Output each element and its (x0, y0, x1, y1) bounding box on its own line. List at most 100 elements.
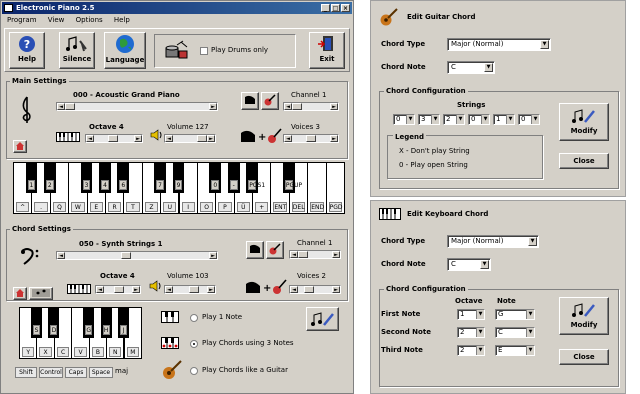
guitar-chord-type-select[interactable]: Major (Normal) ▼ (447, 38, 551, 51)
piano-black-key[interactable]: 6 (117, 162, 130, 193)
chord-instrument-slider[interactable]: ◄ ► (56, 251, 218, 260)
main-octave-slider[interactable]: ◄ ► (85, 134, 143, 143)
spinner-arrow-icon[interactable]: ▼ (506, 115, 514, 124)
slider-left-arrow[interactable]: ◄ (57, 252, 65, 259)
guitar-modify-button[interactable]: Modify (559, 103, 609, 141)
dropdown-arrow-icon[interactable]: ▼ (476, 346, 484, 355)
piano-black-key[interactable]: 1 (25, 162, 38, 193)
slider-right-arrow[interactable]: ► (209, 103, 217, 110)
string-spinner[interactable]: 3 ▼ (418, 114, 440, 125)
chord-piano-toggle[interactable] (246, 241, 264, 259)
piano-black-key[interactable]: 0 (209, 162, 222, 193)
main-home-button[interactable] (13, 140, 27, 153)
silence-button[interactable]: Silence (59, 32, 95, 69)
spinner-arrow-icon[interactable]: ▼ (481, 115, 489, 124)
slider-left-arrow[interactable]: ◄ (290, 286, 298, 293)
string-spinner[interactable]: 0 ▼ (468, 114, 490, 125)
main-guitar-toggle[interactable] (261, 92, 279, 110)
keyboard-close-button[interactable]: Close (559, 349, 609, 365)
play-drums-checkbox[interactable] (200, 47, 208, 55)
slider-right-arrow[interactable]: ► (330, 135, 338, 142)
slider-right-arrow[interactable]: ► (330, 103, 338, 110)
note-select[interactable]: G ▼ (495, 309, 535, 320)
slider-right-arrow[interactable]: ► (134, 135, 142, 142)
note-select[interactable]: E ▼ (495, 345, 535, 356)
dropdown-arrow-icon[interactable]: ▼ (476, 310, 484, 319)
slider-thumb[interactable] (65, 103, 75, 110)
close-button[interactable]: × (341, 4, 350, 12)
piano-black-key[interactable]: 9 (172, 162, 185, 193)
slider-thumb[interactable] (306, 135, 316, 142)
chord-home-button[interactable] (13, 287, 27, 300)
string-spinner[interactable]: 2 ▼ (443, 114, 465, 125)
slider-thumb[interactable] (121, 252, 131, 259)
exit-button[interactable]: Exit (309, 32, 345, 69)
chord-volume-slider[interactable]: ◄ ► (164, 285, 216, 294)
slider-right-arrow[interactable]: ► (332, 251, 340, 258)
piano-black-key[interactable]: - (227, 162, 240, 193)
spinner-arrow-icon[interactable]: ▼ (531, 115, 539, 124)
piano-black-key[interactable]: 2 (43, 162, 56, 193)
slider-thumb[interactable] (292, 103, 302, 110)
slider-left-arrow[interactable]: ◄ (57, 103, 65, 110)
modifier-key[interactable]: Shift (15, 367, 37, 378)
dropdown-arrow-icon[interactable]: ▼ (476, 328, 484, 337)
piano-black-key[interactable]: PGUP (282, 162, 302, 193)
modifier-key[interactable]: Space (89, 367, 113, 378)
slider-thumb[interactable] (298, 251, 308, 258)
main-channel-slider[interactable]: ◄ ► (283, 102, 339, 111)
slider-left-arrow[interactable]: ◄ (86, 135, 94, 142)
edit-chord-button[interactable] (306, 307, 339, 331)
slider-thumb[interactable] (304, 286, 314, 293)
modifier-key[interactable]: Control (39, 367, 63, 378)
dropdown-arrow-icon[interactable]: ▼ (484, 63, 493, 72)
chord-octave-slider[interactable]: ◄ ► (95, 285, 141, 294)
slider-left-arrow[interactable]: ◄ (284, 103, 292, 110)
maximize-button[interactable]: □ (331, 4, 340, 12)
slider-right-arrow[interactable]: ► (207, 135, 215, 142)
dropdown-arrow-icon[interactable]: ▼ (528, 237, 537, 246)
dropdown-arrow-icon[interactable]: ▼ (526, 310, 534, 319)
piano-black-key[interactable]: 7 (154, 162, 166, 193)
modifier-key[interactable]: Caps (65, 367, 87, 378)
spinner-arrow-icon[interactable]: ▼ (431, 115, 439, 124)
slider-right-arrow[interactable]: ► (209, 252, 217, 259)
string-spinner[interactable]: 1 ▼ (493, 114, 515, 125)
slider-left-arrow[interactable]: ◄ (96, 286, 104, 293)
main-piano-toggle[interactable] (241, 92, 259, 110)
dropdown-arrow-icon[interactable]: ▼ (540, 40, 549, 49)
chord-black-key[interactable]: G (83, 307, 95, 338)
string-spinner[interactable]: 0 ▼ (393, 114, 415, 125)
menu-program[interactable]: Program (7, 16, 37, 24)
slider-left-arrow[interactable]: ◄ (165, 135, 173, 142)
slider-thumb[interactable] (197, 135, 207, 142)
guitar-close-button[interactable]: Close (559, 153, 609, 169)
chord-channel-slider[interactable]: ◄ ► (289, 250, 341, 259)
chord-voices-slider[interactable]: ◄ ► (289, 285, 341, 294)
slider-right-arrow[interactable]: ► (332, 286, 340, 293)
chord-black-key[interactable]: D (48, 307, 60, 338)
language-button[interactable]: Language (104, 32, 146, 69)
chord-black-key[interactable]: S (30, 307, 43, 338)
slider-left-arrow[interactable]: ◄ (284, 135, 292, 142)
keyboard-chord-note-select[interactable]: C ▼ (447, 258, 491, 271)
piano-white-key[interactable]: END (307, 162, 327, 214)
piano-white-key[interactable]: PGD (325, 162, 345, 214)
slider-left-arrow[interactable]: ◄ (290, 251, 298, 258)
minimize-button[interactable]: _ (321, 4, 330, 12)
menu-view[interactable]: View (48, 16, 65, 24)
spinner-arrow-icon[interactable]: ▼ (456, 115, 464, 124)
keyboard-chord-type-select[interactable]: Major (Normal) ▼ (447, 235, 539, 248)
slider-thumb[interactable] (114, 286, 124, 293)
note-select[interactable]: C ▼ (495, 327, 535, 338)
main-volume-slider[interactable]: ◄ ► (164, 134, 216, 143)
help-button[interactable]: ? Help (9, 32, 45, 69)
play-chords-3-radio[interactable] (190, 340, 198, 348)
chord-black-key[interactable]: J (118, 307, 130, 338)
spinner-arrow-icon[interactable]: ▼ (406, 115, 414, 124)
chord-guitar-toggle[interactable] (266, 241, 284, 259)
slider-thumb[interactable] (108, 135, 118, 142)
dropdown-arrow-icon[interactable]: ▼ (480, 260, 489, 269)
octave-select[interactable]: 1 ▼ (457, 309, 485, 320)
menu-help[interactable]: Help (114, 16, 130, 24)
